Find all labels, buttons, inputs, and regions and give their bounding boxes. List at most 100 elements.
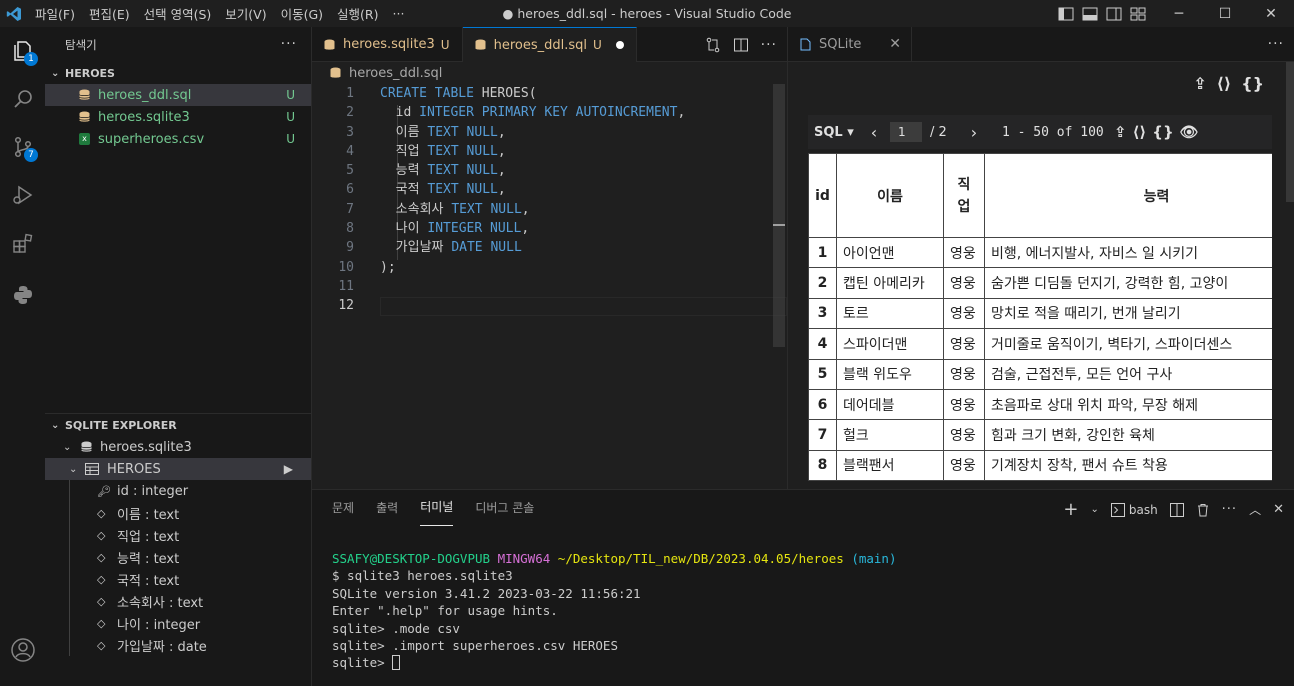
- file-heroes-sqlite3[interactable]: heroes.sqlite3 U: [45, 106, 311, 128]
- sqlite-explorer-header[interactable]: ⌄ SQLITE EXPLORER: [45, 414, 311, 436]
- table-cell[interactable]: 영웅: [943, 449, 985, 482]
- table-cell[interactable]: 블랙팬서: [836, 449, 944, 482]
- run-debug-activity[interactable]: [0, 171, 45, 219]
- source-control-activity[interactable]: 7: [0, 123, 45, 171]
- next-page-icon[interactable]: ›: [962, 123, 986, 142]
- table-cell[interactable]: 헐크: [836, 419, 944, 451]
- table-cell[interactable]: 토르: [836, 297, 944, 330]
- table-cell[interactable]: 1: [808, 236, 837, 269]
- menu-view[interactable]: 보기(V): [218, 4, 273, 23]
- close-panel-icon[interactable]: ✕: [1273, 502, 1284, 517]
- tab-heroes-ddl[interactable]: heroes_ddl.sql U: [462, 27, 637, 62]
- table-cell[interactable]: 거미줄로 움직이기, 벽타기, 스파이더센스: [984, 328, 1272, 360]
- table-row[interactable]: 4 스파이더맨 영웅 거미줄로 움직이기, 벽타기, 스파이더센스: [808, 328, 1272, 360]
- table-row[interactable]: 8 블랙팬서 영웅 기계장치 장착, 팬서 슈트 착용: [808, 449, 1272, 482]
- minimize-icon[interactable]: ─: [1156, 0, 1202, 27]
- table-cell[interactable]: 영웅: [943, 267, 985, 299]
- column-header[interactable]: 직업: [943, 153, 985, 238]
- table-cell[interactable]: 기계장치 장착, 팬서 슈트 착용: [984, 449, 1272, 482]
- column-header[interactable]: id: [808, 153, 837, 238]
- menu-selection[interactable]: 선택 영역(S): [137, 4, 219, 23]
- file-heroes-ddl[interactable]: heroes_ddl.sql U: [45, 84, 311, 106]
- tab-output[interactable]: 출력: [376, 490, 398, 526]
- toggle-secondary-sidebar-icon[interactable]: [1106, 7, 1122, 21]
- terminal-shell-selector[interactable]: bash: [1110, 502, 1158, 517]
- grid-scrollbar[interactable]: [1286, 62, 1294, 202]
- table-row[interactable]: 2 캡틴 아메리카 영웅 숨가쁜 디딤돌 던지기, 강력한 힘, 고양이: [808, 267, 1272, 299]
- table-cell[interactable]: 캡틴 아메리카: [836, 267, 944, 299]
- prev-page-icon[interactable]: ‹: [862, 123, 886, 142]
- table-row[interactable]: 5 블랙 위도우 영웅 검술, 근접전투, 모든 언어 구사: [808, 358, 1272, 390]
- table-cell[interactable]: 스파이더맨: [836, 328, 944, 360]
- column-item[interactable]: ◇ 직업 : text: [45, 524, 311, 546]
- column-item[interactable]: ◇ 능력 : text: [45, 546, 311, 568]
- table-cell[interactable]: 영웅: [943, 388, 985, 421]
- table-row[interactable]: 1 아이언맨 영웅 비행, 에너지발사, 자비스 일 시키기: [808, 236, 1272, 269]
- sidebar-more-icon[interactable]: ···: [281, 36, 297, 52]
- menu-edit[interactable]: 편집(E): [82, 4, 137, 23]
- table-cell[interactable]: 영웅: [943, 236, 985, 269]
- table-row[interactable]: 7 헐크 영웅 힘과 크기 변화, 강인한 육체: [808, 419, 1272, 451]
- code-editor[interactable]: 1 CREATE TABLE HEROES( 2 id INTEGER PRIMA…: [312, 84, 787, 316]
- table-cell[interactable]: 숨가쁜 디딤돌 던지기, 강력한 힘, 고양이: [984, 267, 1272, 299]
- table-cell[interactable]: 초음파로 상대 위치 파악, 무장 해제: [984, 388, 1272, 421]
- code-icon[interactable]: ⟨⟩: [1217, 74, 1232, 93]
- table-cell[interactable]: 영웅: [943, 328, 985, 360]
- table-cell[interactable]: 힘과 크기 변화, 강인한 육체: [984, 419, 1272, 451]
- terminal-output[interactable]: SSAFY@DESKTOP-DOGVPUB MINGW64 ~/Desktop/…: [332, 550, 896, 672]
- chevron-down-icon[interactable]: ⌄: [1090, 504, 1098, 515]
- column-item[interactable]: ◇ 가입날짜 : date: [45, 634, 311, 656]
- tab-debug-console[interactable]: 디버그 콘솔: [475, 490, 534, 526]
- more-actions-icon[interactable]: ···: [1268, 36, 1284, 52]
- close-tab-icon[interactable]: ✕: [889, 36, 901, 52]
- new-terminal-icon[interactable]: +: [1063, 499, 1078, 520]
- more-actions-icon[interactable]: ···: [1222, 502, 1237, 517]
- table-cell[interactable]: 7: [808, 419, 837, 451]
- column-item[interactable]: ◇ 나이 : integer: [45, 612, 311, 634]
- table-cell[interactable]: 검술, 근접전투, 모든 언어 구사: [984, 358, 1272, 390]
- accounts-activity[interactable]: [0, 626, 45, 674]
- tab-sqlite-view[interactable]: SQLite ✕: [788, 27, 912, 62]
- split-terminal-icon[interactable]: [1169, 502, 1184, 517]
- toggle-primary-sidebar-icon[interactable]: [1058, 7, 1074, 21]
- compare-changes-icon[interactable]: [705, 37, 721, 53]
- eye-icon[interactable]: 👁︎: [1180, 123, 1199, 141]
- export-icon[interactable]: ⇪: [1114, 123, 1127, 141]
- menu-go[interactable]: 이동(G): [274, 4, 330, 23]
- table-row[interactable]: 3 토르 영웅 망치로 적을 때리기, 번개 날리기: [808, 297, 1272, 330]
- python-activity[interactable]: [0, 271, 45, 319]
- page-number-input[interactable]: 1: [890, 122, 922, 142]
- tab-terminal[interactable]: 터미널: [420, 490, 454, 526]
- column-item[interactable]: ◇ 소속회사 : text: [45, 590, 311, 612]
- tab-heroes-sqlite3[interactable]: heroes.sqlite3 U: [312, 27, 463, 62]
- tab-problems[interactable]: 문제: [332, 490, 354, 526]
- table-node-heroes[interactable]: ⌄ HEROES ▶: [45, 458, 311, 480]
- column-item[interactable]: ◇ 국적 : text: [45, 568, 311, 590]
- table-cell[interactable]: 3: [808, 297, 837, 330]
- unsaved-dot-icon[interactable]: [615, 41, 624, 49]
- menu-run[interactable]: 실행(R): [330, 4, 385, 23]
- table-cell[interactable]: 영웅: [943, 297, 985, 330]
- explorer-activity[interactable]: 1: [0, 27, 45, 75]
- split-editor-icon[interactable]: [733, 37, 749, 53]
- column-item[interactable]: ◇ 이름 : text: [45, 502, 311, 524]
- customize-layout-icon[interactable]: [1130, 7, 1146, 21]
- trash-icon[interactable]: [1196, 503, 1210, 517]
- table-cell[interactable]: 6: [808, 388, 837, 421]
- table-cell[interactable]: 2: [808, 267, 837, 299]
- json-icon[interactable]: {}: [1241, 74, 1264, 93]
- table-cell[interactable]: 데어데블: [836, 388, 944, 421]
- show-table-play-icon[interactable]: ▶: [284, 462, 293, 476]
- search-activity[interactable]: [0, 75, 45, 123]
- maximize-icon[interactable]: ☐: [1202, 0, 1248, 27]
- table-cell[interactable]: 영웅: [943, 358, 985, 390]
- more-actions-icon[interactable]: ···: [761, 37, 777, 53]
- json-icon[interactable]: {}: [1152, 123, 1173, 141]
- db-node[interactable]: ⌄ heroes.sqlite3: [45, 436, 311, 458]
- maximize-panel-icon[interactable]: ︿: [1249, 501, 1261, 518]
- table-cell[interactable]: 블랙 위도우: [836, 358, 944, 390]
- editor-scrollbar[interactable]: [773, 84, 785, 347]
- toggle-panel-icon[interactable]: [1082, 7, 1098, 21]
- menu-more[interactable]: ···: [386, 6, 412, 21]
- table-cell[interactable]: 영웅: [943, 419, 985, 451]
